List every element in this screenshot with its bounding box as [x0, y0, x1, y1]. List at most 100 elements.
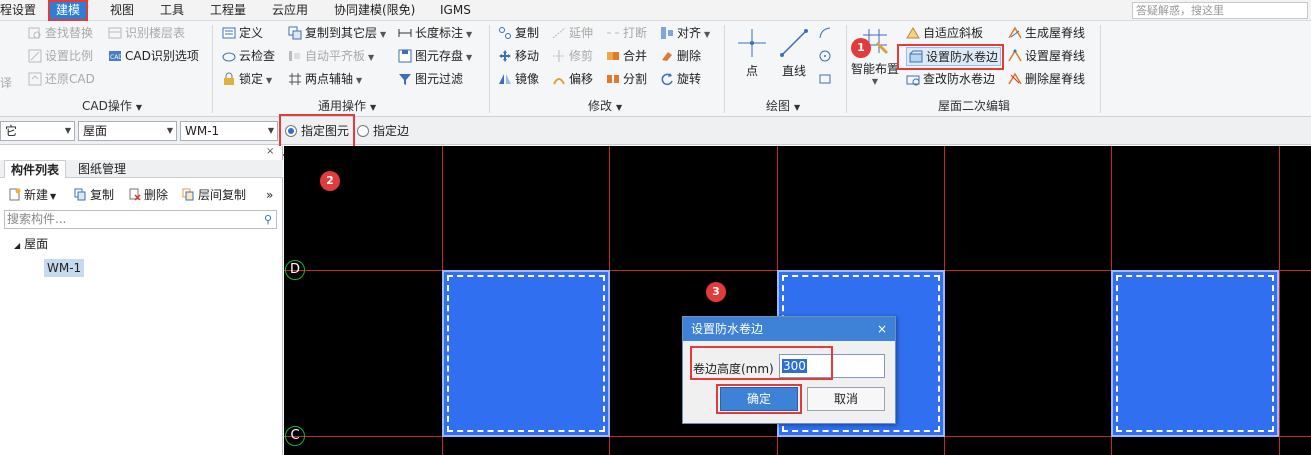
- auto-align-slab-button[interactable]: 自动平齐板 ▼: [288, 47, 374, 66]
- radio-specify-element[interactable]: 指定图元: [285, 123, 349, 139]
- filter-icon: [399, 74, 411, 85]
- menu-cloud[interactable]: 云应用: [272, 0, 308, 21]
- element-name-combo[interactable]: WM-1 ▼: [180, 121, 278, 141]
- menu-project-settings[interactable]: 程设置: [0, 0, 36, 21]
- generate-ridge-line-button[interactable]: 生成屋脊线: [1008, 24, 1085, 43]
- extend-button[interactable]: 延伸: [552, 24, 593, 43]
- radio-specify-edge-label: 指定边: [373, 124, 410, 138]
- split-button[interactable]: 分割: [606, 70, 647, 89]
- define-label: 定义: [239, 26, 264, 40]
- move-button[interactable]: 移动: [498, 47, 539, 66]
- component-search-input[interactable]: 搜索构件... ⚲: [4, 210, 277, 229]
- set-scale-button[interactable]: 设置比例: [28, 47, 93, 66]
- two-point-axis-label: 两点辅轴: [305, 72, 354, 86]
- cad-group-label[interactable]: CAD操作 ▼: [82, 98, 142, 114]
- draw-group-label[interactable]: 绘图 ▼: [766, 98, 800, 114]
- set-ridge-icon: [1008, 49, 1022, 62]
- break-button[interactable]: 打断: [606, 24, 647, 43]
- search-icon: ⚲: [263, 213, 272, 226]
- break-icon: [607, 32, 619, 34]
- delete-button[interactable]: 删除: [660, 47, 701, 66]
- line-tool-button[interactable]: 直线: [776, 27, 812, 79]
- menu-igms[interactable]: IGMS: [440, 0, 471, 21]
- tab-drawing-management[interactable]: 图纸管理: [72, 160, 132, 178]
- delete-component-button[interactable]: 删除: [128, 186, 168, 204]
- tree-node-roof-label: 屋面: [24, 237, 49, 251]
- length-dimension-button[interactable]: 长度标注 ▼: [398, 24, 472, 43]
- new-component-button[interactable]: 新建 ▼: [8, 186, 56, 204]
- element-name-value: WM-1: [185, 124, 220, 138]
- tab-component-list[interactable]: 构件列表: [4, 160, 67, 178]
- cloud-check-button[interactable]: 云检查: [222, 47, 275, 66]
- copy-component-button[interactable]: 复制: [74, 186, 114, 204]
- set-ridge-line-label: 设置屋脊线: [1025, 49, 1086, 63]
- copy-between-floors-button[interactable]: 层间复制: [182, 186, 246, 204]
- common-group-label[interactable]: 通用操作 ▼: [318, 98, 376, 114]
- mirror-icon: [499, 74, 511, 84]
- delete-ridge-line-label: 删除屋脊线: [1025, 72, 1086, 86]
- category-combo[interactable]: 它 ▼: [0, 121, 75, 141]
- generate-ridge-line-label: 生成屋脊线: [1025, 26, 1086, 40]
- adaptive-slope-slab-button[interactable]: 自适应斜板: [906, 24, 983, 43]
- help-search-input[interactable]: 答疑解惑，搜这里: [1132, 2, 1308, 19]
- edit-waterproof-edge-button[interactable]: 查改防水卷边: [906, 70, 995, 89]
- tree-node-wm1[interactable]: WM-1: [44, 259, 85, 277]
- element-type-combo[interactable]: 屋面 ▼: [78, 121, 177, 141]
- edge-height-input[interactable]: 300: [779, 354, 885, 378]
- element-save-label: 图元存盘: [415, 49, 464, 63]
- save-icon: [398, 49, 412, 63]
- align-slab-icon: [289, 51, 300, 61]
- merge-button[interactable]: 合并: [606, 47, 647, 66]
- element-save-button[interactable]: 图元存盘 ▼: [398, 47, 472, 66]
- copy-icon: [499, 27, 511, 39]
- set-ridge-line-button[interactable]: 设置屋脊线: [1008, 47, 1085, 66]
- merge-icon: [607, 52, 619, 60]
- step-badge-2: 2: [320, 171, 340, 191]
- more-actions-icon[interactable]: »: [266, 186, 273, 204]
- copy-between-floors-label: 层间复制: [198, 188, 247, 202]
- lock-button[interactable]: 锁定 ▼: [222, 70, 272, 89]
- align-label: 对齐: [677, 26, 702, 40]
- common-group-title: 通用操作: [318, 99, 367, 113]
- step-badge-3: 3: [706, 282, 726, 302]
- rotate-button[interactable]: 旋转: [660, 70, 701, 89]
- close-icon[interactable]: ×: [877, 317, 887, 341]
- two-point-axis-button[interactable]: 两点辅轴 ▼: [288, 70, 362, 89]
- panel-tabs: 构件列表 图纸管理: [0, 160, 283, 178]
- roof-slab[interactable]: [1111, 270, 1279, 437]
- trim-icon: [553, 50, 565, 62]
- circle-tool-button[interactable]: [818, 47, 835, 66]
- set-waterproof-edge-button[interactable]: 设置防水卷边: [906, 47, 1002, 66]
- arc-tool-button[interactable]: [818, 24, 835, 43]
- panel-close-icon[interactable]: ×: [266, 146, 274, 157]
- identify-floor-table-button[interactable]: 识别楼层表: [108, 24, 185, 43]
- menu-tools[interactable]: 工具: [160, 0, 184, 21]
- tree-node-roof[interactable]: ◢ 屋面: [14, 235, 48, 253]
- radio-specify-edge[interactable]: 指定边: [357, 123, 409, 139]
- cancel-button[interactable]: 取消: [807, 387, 885, 411]
- define-button[interactable]: 定义: [222, 24, 263, 43]
- tree-collapse-icon[interactable]: ◢: [14, 241, 20, 250]
- align-button[interactable]: 对齐 ▼: [660, 24, 710, 43]
- confirm-button[interactable]: 确定: [720, 387, 798, 411]
- axis-icon: [289, 73, 301, 85]
- mirror-button[interactable]: 镜像: [498, 70, 539, 89]
- cad-options-button[interactable]: CAD CAD识别选项: [108, 47, 199, 66]
- rect-tool-button[interactable]: [818, 70, 835, 89]
- menu-view[interactable]: 视图: [110, 0, 134, 21]
- copy-button[interactable]: 复制: [498, 24, 539, 43]
- roof-slab[interactable]: [442, 270, 610, 437]
- delete-ridge-line-button[interactable]: 删除屋脊线: [1008, 70, 1085, 89]
- point-tool-button[interactable]: 点: [734, 27, 770, 79]
- modify-group-label[interactable]: 修改 ▼: [588, 98, 622, 114]
- restore-cad-button[interactable]: 还原CAD: [28, 70, 95, 89]
- trim-button[interactable]: 修剪: [552, 47, 593, 66]
- element-filter-button[interactable]: 图元过滤: [398, 70, 463, 89]
- rotate-label: 旋转: [677, 72, 702, 86]
- menu-quantities[interactable]: 工程量: [210, 0, 246, 21]
- offset-button[interactable]: 偏移: [552, 70, 593, 89]
- menu-collab-modeling[interactable]: 协同建模(限免): [334, 0, 415, 21]
- menu-modeling[interactable]: 建模: [48, 0, 89, 21]
- find-replace-button[interactable]: 查找替换: [28, 24, 93, 43]
- copy-to-other-floor-button[interactable]: 复制到其它层 ▼: [288, 24, 386, 43]
